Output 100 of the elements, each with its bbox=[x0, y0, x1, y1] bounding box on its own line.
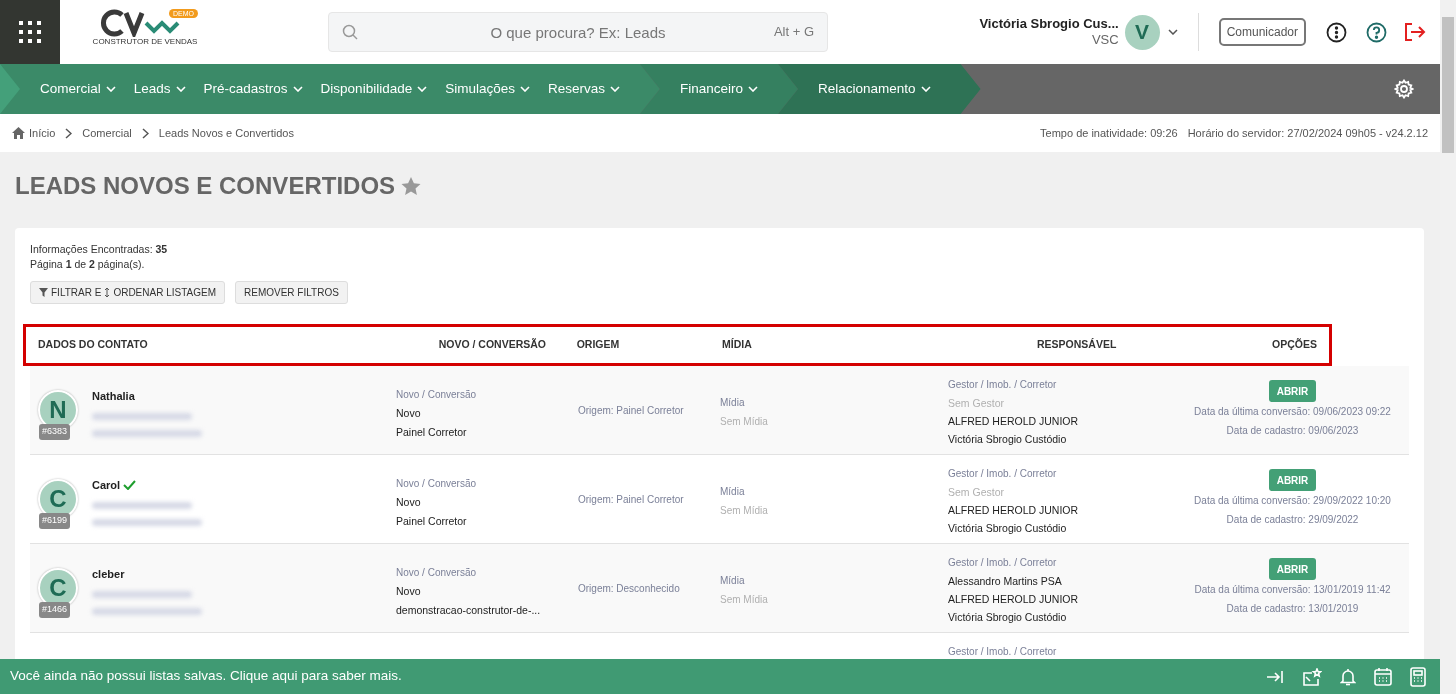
collapse-right-icon[interactable] bbox=[1266, 669, 1284, 684]
column-header: OPÇÕES bbox=[1271, 337, 1318, 353]
user-code: VSC bbox=[1091, 32, 1119, 48]
breadcrumb-link[interactable]: Início bbox=[12, 124, 56, 142]
date-text: Data de cadastro: 29/09/2022 bbox=[1226, 513, 1359, 527]
field-label: Novo / Conversão bbox=[396, 566, 478, 580]
chevron-down-icon bbox=[519, 86, 530, 92]
page-title: LEADS NOVOS E CONVERTIDOS bbox=[15, 171, 396, 201]
settings-icon[interactable] bbox=[1394, 79, 1414, 99]
column-header: RESPONSÁVEL bbox=[1036, 337, 1118, 353]
column-header: MÍDIA bbox=[721, 337, 753, 353]
nav-menu-item[interactable]: Disponibilidade bbox=[320, 78, 428, 100]
field-value: Sem Gestor bbox=[948, 485, 1006, 500]
open-button[interactable]: ABRIR bbox=[1268, 469, 1317, 491]
date-text: Data da última conversão: 09/06/2023 09:22 bbox=[1194, 405, 1391, 419]
field-label: Mídia bbox=[720, 396, 746, 410]
open-button[interactable]: ABRIR bbox=[1268, 380, 1317, 402]
open-button[interactable]: ABRIR bbox=[1268, 558, 1317, 580]
chevron-down-icon bbox=[748, 86, 758, 92]
status-text: Tempo de inatividade: 09:26 bbox=[1040, 125, 1178, 141]
status-text: Horário do servidor: 27/02/2024 09h05 - v24.2.12 bbox=[1187, 125, 1428, 141]
home-icon bbox=[12, 127, 25, 139]
chevron-down-icon[interactable] bbox=[1167, 29, 1178, 35]
field-label: Gestor / Imob. / Corretor bbox=[948, 556, 1058, 570]
logout-icon[interactable] bbox=[1404, 22, 1426, 42]
filter-sort-button[interactable]: FILTRAR E ORDENAR LISTAGEM bbox=[30, 281, 225, 304]
nav-menu-item[interactable]: Financeiro bbox=[680, 78, 758, 100]
field-value: Sem Mídia bbox=[720, 504, 769, 518]
field-value: Novo bbox=[396, 584, 422, 599]
summary-text: Página 1 de 2 página(s). bbox=[30, 257, 146, 272]
grid-icon bbox=[18, 20, 42, 44]
communicator-button[interactable]: Comunicador bbox=[1218, 18, 1306, 46]
column-header: NOVO / CONVERSÃO bbox=[437, 337, 546, 353]
date-text: Data de cadastro: 09/06/2023 bbox=[1226, 424, 1359, 438]
chevron-right-icon bbox=[141, 127, 149, 139]
scrollbar-thumb[interactable] bbox=[1442, 17, 1454, 153]
more-options-icon[interactable] bbox=[1326, 21, 1347, 43]
logo-tagline: CONSTRUTOR DE VENDAS bbox=[92, 37, 198, 47]
nav-menu-item[interactable]: Leads bbox=[133, 78, 186, 100]
field-label: Gestor / Imob. / Corretor bbox=[948, 378, 1058, 392]
field-value: Alessandro Martins PSA bbox=[948, 574, 1063, 589]
field-value: Novo bbox=[396, 495, 422, 510]
help-icon[interactable] bbox=[1366, 21, 1387, 43]
field-value: Sem Mídia bbox=[720, 593, 769, 607]
bell-icon[interactable] bbox=[1340, 667, 1356, 686]
nav-menu-item[interactable]: Comercial bbox=[40, 78, 116, 100]
field-value: Victória Sbrogio Custódio bbox=[948, 521, 1068, 536]
user-avatar[interactable]: V bbox=[1124, 14, 1160, 50]
breadcrumb-link[interactable]: Leads Novos e Convertidos bbox=[158, 124, 294, 142]
field-label: Gestor / Imob. / Corretor bbox=[948, 467, 1058, 481]
field-value: demonstracao-construtor-de-... bbox=[396, 603, 542, 618]
search-icon bbox=[342, 24, 358, 40]
window-star-icon[interactable] bbox=[1302, 667, 1322, 686]
contact-name: cleber bbox=[92, 567, 125, 582]
saved-lists-bar[interactable]: Você ainda não possui listas salvas. Clique aqui para saber mais. bbox=[0, 659, 1440, 694]
chevron-down-icon bbox=[175, 86, 186, 92]
field-label: Gestor / Imob. / Corretor bbox=[948, 645, 1058, 659]
field-value: Sem Mídia bbox=[720, 415, 769, 429]
field-label: Mídia bbox=[720, 485, 746, 499]
field-label: Mídia bbox=[720, 574, 746, 588]
contact-name: Carol bbox=[92, 478, 121, 493]
field-value: ALFRED HEROLD JUNIOR bbox=[948, 503, 1080, 518]
chevron-down-icon bbox=[417, 86, 428, 92]
origin-text: Origem: Desconhecido bbox=[578, 582, 680, 596]
sort-icon bbox=[104, 287, 111, 298]
field-value: Victória Sbrogio Custódio bbox=[948, 610, 1068, 625]
chevron-down-icon bbox=[105, 86, 116, 92]
chevron-down-icon bbox=[610, 86, 620, 92]
column-header: DADOS DO CONTATO bbox=[37, 337, 149, 353]
date-text: Data da última conversão: 13/01/2019 11:42 bbox=[1194, 583, 1391, 597]
breadcrumb-link[interactable]: Comercial bbox=[82, 124, 132, 142]
field-value: ALFRED HEROLD JUNIOR bbox=[948, 592, 1080, 607]
field-value: Painel Corretor bbox=[396, 425, 468, 440]
remove-filters-button[interactable]: REMOVER FILTROS bbox=[235, 281, 348, 304]
nav-menu-item[interactable]: Relacionamento bbox=[818, 78, 931, 100]
chevron-down-icon bbox=[920, 86, 931, 92]
apps-menu-button[interactable] bbox=[0, 0, 60, 64]
user-name: Victória Sbrogio Cus... bbox=[979, 16, 1119, 32]
nav-menu-item[interactable]: Reservas bbox=[547, 78, 620, 100]
field-value: Novo bbox=[396, 406, 422, 421]
origin-text: Origem: Painel Corretor bbox=[578, 493, 684, 507]
contact-name: Nathalia bbox=[92, 389, 135, 404]
lead-id-badge: #6383 bbox=[39, 424, 71, 440]
calculator-icon[interactable] bbox=[1410, 666, 1426, 687]
origin-text: Origem: Painel Corretor bbox=[578, 404, 684, 418]
chevron-right-icon bbox=[65, 127, 73, 139]
field-label: Novo / Conversão bbox=[396, 477, 478, 491]
column-header: ORIGEM bbox=[575, 337, 621, 353]
star-icon[interactable] bbox=[401, 176, 422, 196]
nav-menu-item[interactable]: Simulações bbox=[445, 78, 530, 100]
nav-menu-item[interactable]: Pré-cadastros bbox=[203, 78, 303, 100]
saved-lists-message[interactable]: Você ainda não possui listas salvas. Clique aqui para saber mais. bbox=[10, 666, 402, 687]
field-value: Victória Sbrogio Custódio bbox=[948, 432, 1068, 447]
date-text: Data de cadastro: 13/01/2019 bbox=[1226, 602, 1359, 616]
shortcut-hint: Alt + G bbox=[773, 24, 814, 40]
field-label: Novo / Conversão bbox=[396, 388, 478, 402]
field-value: ALFRED HEROLD JUNIOR bbox=[948, 414, 1080, 429]
date-text: Data da última conversão: 29/09/2022 10:20 bbox=[1194, 494, 1391, 508]
summary-text: Informações Encontradas: 35 bbox=[30, 242, 169, 257]
calendar-icon[interactable] bbox=[1374, 667, 1392, 686]
